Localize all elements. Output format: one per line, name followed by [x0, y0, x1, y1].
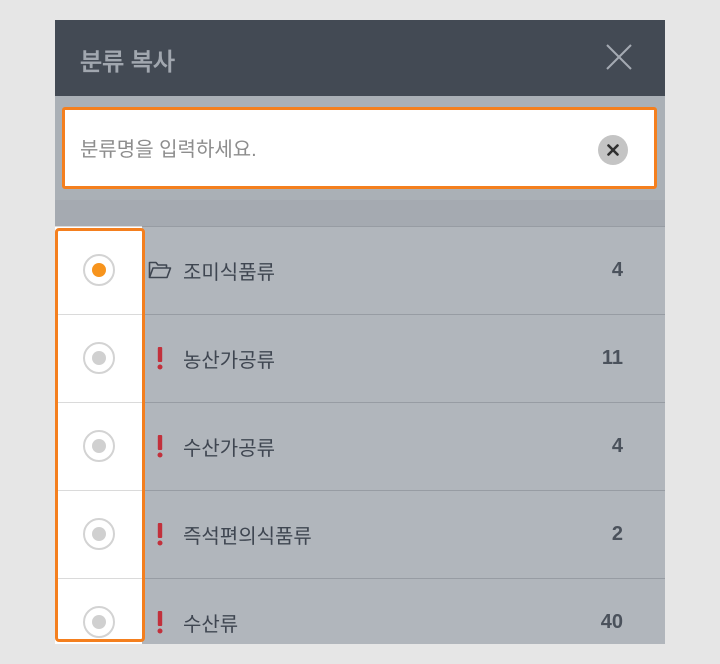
item-count: 40: [600, 611, 623, 633]
category-list: 조미식품류 4 농산가공류 11 수산가공류 4 즉석편의식품류 2 수산류 4…: [55, 226, 665, 644]
category-row[interactable]: 농산가공류 11: [55, 314, 665, 402]
search-area: [55, 96, 665, 200]
radio-dot: [92, 615, 106, 629]
category-row[interactable]: 수산류 40: [55, 578, 665, 644]
radio-dot: [92, 527, 106, 541]
item-count: 11: [601, 347, 623, 369]
alert-icon: [156, 611, 164, 634]
radio-cell: [55, 578, 142, 644]
category-row[interactable]: 수산가공류 4: [55, 402, 665, 490]
radio-cell: [55, 402, 142, 490]
alert-icon: [156, 435, 164, 458]
item-count: 4: [611, 435, 623, 457]
radio-button[interactable]: [83, 342, 115, 374]
item-count: 4: [611, 259, 623, 281]
radio-dot: [92, 263, 106, 277]
search-input[interactable]: [80, 114, 580, 186]
radio-dot: [92, 439, 106, 453]
radio-button[interactable]: [83, 254, 115, 286]
copy-category-dialog: 분류 복사 분류명을 입력하세요. 조미식품류 4 농산가공류 11 수산가공류…: [55, 20, 665, 644]
radio-button[interactable]: [83, 518, 115, 550]
list-header-band: [55, 200, 665, 226]
item-count: 2: [611, 523, 623, 545]
close-icon[interactable]: [606, 44, 632, 70]
category-name: 조미식품류: [183, 262, 275, 284]
category-name: 수산가공류: [183, 438, 275, 460]
radio-dot: [92, 351, 106, 365]
dialog-title: 분류 복사: [80, 49, 175, 76]
alert-icon: [156, 523, 164, 546]
radio-button[interactable]: [83, 606, 115, 638]
folder-open-icon: [148, 260, 172, 280]
search-box: [62, 107, 657, 189]
alert-icon: [156, 347, 164, 370]
radio-cell: [55, 314, 142, 402]
radio-cell: [55, 490, 142, 578]
dialog-header: 분류 복사: [55, 20, 665, 96]
clear-icon[interactable]: [598, 135, 628, 165]
radio-button[interactable]: [83, 430, 115, 462]
category-name: 농산가공류: [183, 350, 275, 372]
radio-cell: [55, 226, 142, 314]
category-row[interactable]: 조미식품류 4: [55, 226, 665, 314]
category-row[interactable]: 즉석편의식품류 2: [55, 490, 665, 578]
category-name: 수산류: [183, 614, 239, 636]
category-name: 즉석편의식품류: [183, 526, 312, 548]
